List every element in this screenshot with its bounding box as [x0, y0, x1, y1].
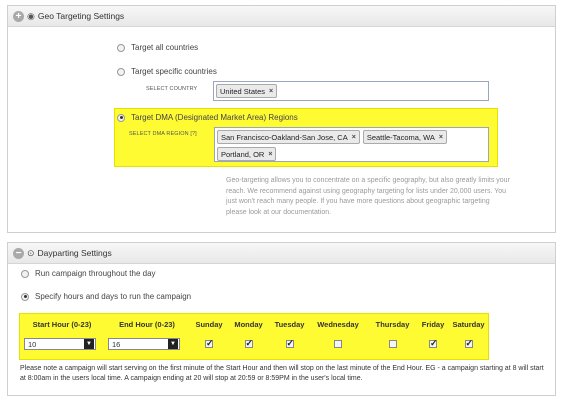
radio-button[interactable]	[117, 113, 125, 122]
dma-tag: Portland, OR ×	[217, 147, 277, 161]
day-checkbox-tuesday[interactable]	[285, 338, 294, 349]
dma-tag: Seattle-Tacoma, WA ×	[362, 130, 448, 144]
dma-help-link[interactable]: [?]	[190, 131, 196, 137]
dropdown-arrow-icon[interactable]: ▼	[84, 339, 94, 349]
geo-panel-title: Geo Targeting Settings	[37, 11, 125, 21]
radio-target-dma[interactable]: Target DMA (Designated Market Area) Regi…	[117, 113, 298, 122]
radio-label: Target DMA (Designated Market Area) Regi…	[131, 113, 298, 122]
geo-panel-header[interactable]: + ◉ Geo Targeting Settings	[8, 6, 555, 27]
daypart-panel-title: Dayparting Settings	[37, 248, 112, 258]
day-header: Saturday	[452, 319, 485, 329]
day-header: Thursday	[375, 319, 410, 329]
globe-icon: ◉	[27, 10, 35, 21]
radio-label: Specify hours and days to run the campai…	[35, 292, 192, 301]
day-header: Wednesday	[317, 319, 359, 329]
start-hour-header: Start Hour (0-23)	[32, 319, 92, 329]
end-hour-select[interactable]: 16 ▼	[108, 338, 180, 350]
dma-tag: San Francisco-Oakland-San Jose, CA ×	[217, 130, 360, 144]
radio-button[interactable]	[21, 269, 29, 278]
radio-target-specific-countries[interactable]: Target specific countries	[117, 67, 217, 76]
daypart-panel-header[interactable]: − ⊙ Dayparting Settings	[8, 243, 555, 264]
end-hour-header: End Hour (0-23)	[119, 319, 175, 329]
day-checkbox-wednesday[interactable]	[334, 340, 342, 349]
expand-icon[interactable]: +	[13, 10, 24, 22]
radio-button[interactable]	[117, 67, 125, 76]
radio-run-all-day[interactable]: Run campaign throughout the day	[21, 269, 156, 278]
start-hour-select[interactable]: 10 ▼	[24, 338, 96, 350]
remove-tag-icon[interactable]: ×	[439, 134, 443, 141]
day-checkbox-saturday[interactable]	[464, 338, 473, 349]
remove-tag-icon[interactable]: ×	[268, 151, 272, 158]
radio-label: Run campaign throughout the day	[35, 269, 156, 278]
day-checkbox-monday[interactable]	[244, 338, 253, 349]
radio-specify-hours[interactable]: Specify hours and days to run the campai…	[21, 292, 191, 301]
radio-button[interactable]	[21, 292, 29, 301]
radio-label: Target all countries	[131, 43, 199, 52]
select-dma-label: SELECT DMA REGION [?]	[129, 131, 197, 137]
remove-tag-icon[interactable]: ×	[352, 134, 356, 141]
day-header: Sunday	[195, 319, 223, 329]
dma-tag-input[interactable]: San Francisco-Oakland-San Jose, CA × Sea…	[214, 127, 489, 162]
remove-tag-icon[interactable]: ×	[269, 88, 273, 95]
dayparting-note: Please note a campaign will start servin…	[20, 365, 544, 382]
select-country-label: SELECT COUNTRY	[146, 86, 198, 92]
country-tag: United States ×	[216, 84, 278, 98]
day-header: Monday	[234, 319, 263, 329]
dropdown-arrow-icon[interactable]: ▼	[168, 339, 178, 349]
radio-button[interactable]	[117, 43, 125, 52]
radio-target-all-countries[interactable]: Target all countries	[117, 43, 198, 52]
collapse-icon[interactable]: −	[13, 247, 24, 259]
day-header: Friday	[421, 319, 445, 329]
day-checkbox-sunday[interactable]	[205, 338, 214, 349]
schedule-table: Start Hour (0-23) End Hour (0-23) Sunday…	[20, 315, 490, 355]
day-checkbox-friday[interactable]	[429, 338, 438, 349]
country-tag-input[interactable]: United States ×	[213, 81, 489, 101]
day-checkbox-thursday[interactable]	[388, 340, 397, 349]
day-header: Tuesday	[274, 319, 305, 329]
geo-help-text: Geo-targeting allows you to concentrate …	[226, 177, 510, 216]
radio-label: Target specific countries	[131, 67, 217, 76]
clock-icon: ⊙	[27, 247, 35, 258]
